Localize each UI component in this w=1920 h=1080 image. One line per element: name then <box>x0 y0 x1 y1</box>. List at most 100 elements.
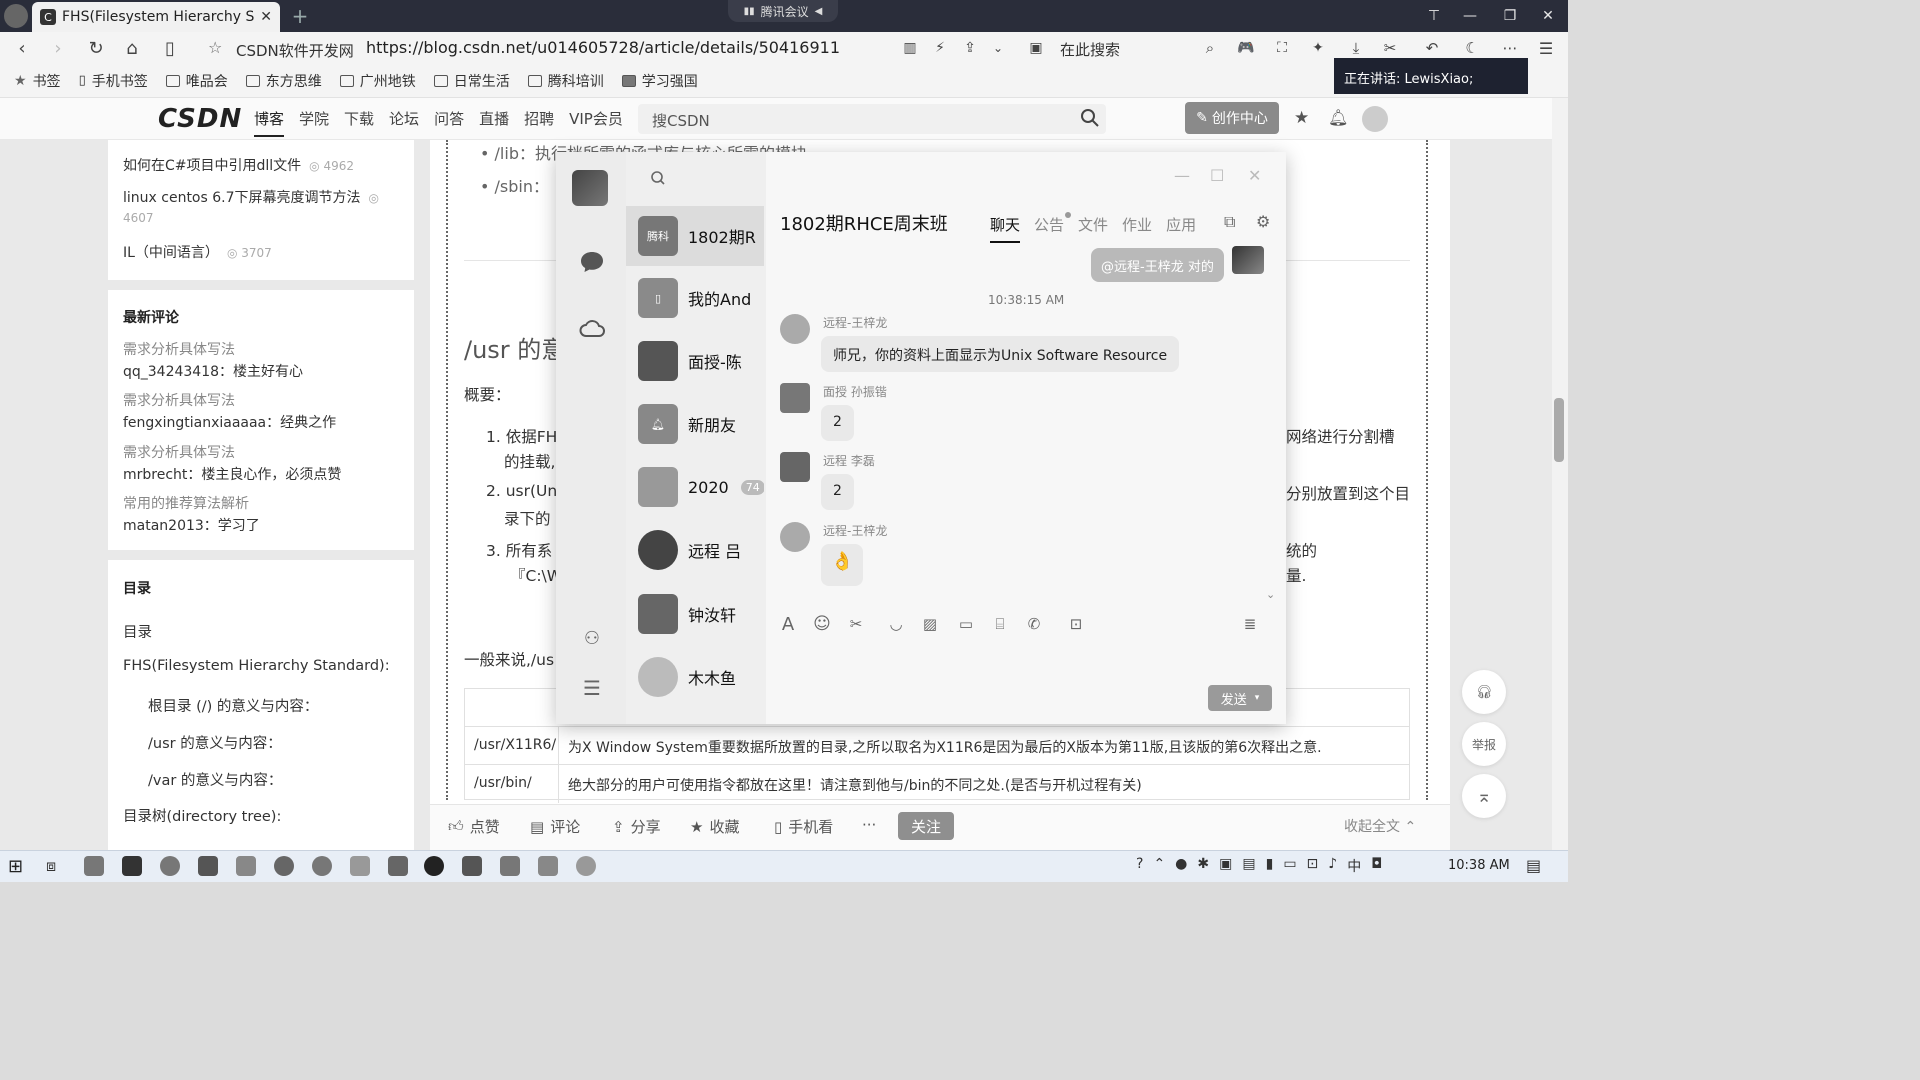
phone-call-icon[interactable]: ✆ <box>1024 614 1044 634</box>
qq-maximize-button[interactable]: ☐ <box>1210 166 1224 185</box>
add-contact-icon[interactable]: ⚇ <box>578 624 606 652</box>
bookmark-folder[interactable]: 腾科培训 <box>527 71 604 91</box>
nav-academy[interactable]: 学院 <box>299 108 329 137</box>
collapse-full-text[interactable]: 收起全文 ⌃ <box>1344 816 1416 836</box>
taskbar-app-icon[interactable] <box>84 856 104 876</box>
sender-avatar[interactable] <box>780 314 810 344</box>
hot-article-link[interactable]: linux centos 6.7下屏幕亮度调节方法 ◎ <box>123 187 379 207</box>
bookmark-star[interactable]: ★ 书签 <box>14 71 61 91</box>
comment-article-link[interactable]: 常用的推荐算法解析 <box>123 493 249 513</box>
scissors-icon[interactable]: ✂ <box>1378 36 1402 60</box>
search-icon[interactable] <box>1080 108 1100 128</box>
taskbar-app-icon[interactable] <box>160 856 180 876</box>
bookmark-folder[interactable]: 广州地铁 <box>339 71 416 91</box>
microphone-icon[interactable]: ▮ <box>1266 856 1274 876</box>
settings-gear-icon[interactable]: ⚙ <box>1256 212 1270 231</box>
screen-record-icon[interactable]: ⊡ <box>1066 614 1086 634</box>
forward-arrow-icon[interactable]: › <box>46 36 70 60</box>
taskbar-app-icon[interactable] <box>538 856 558 876</box>
meeting-indicator[interactable]: ▮▮ 腾讯会议 ◀ <box>728 0 838 22</box>
scrollbar-thumb[interactable] <box>1554 398 1564 462</box>
tab-apps[interactable]: 应用 <box>1166 214 1196 243</box>
emoji-icon[interactable]: ☺ <box>812 614 832 634</box>
reading-book-icon[interactable]: ▯ <box>158 36 182 60</box>
scissors-icon[interactable]: ✂ <box>846 614 866 634</box>
conversation-item[interactable]: 🔔︎ 新朋友 <box>626 394 764 454</box>
mobile-view-button[interactable]: ▯ 手机看 <box>774 816 833 837</box>
qq-close-button[interactable]: ✕ <box>1248 166 1261 185</box>
night-mode-icon[interactable]: ☾ <box>1460 36 1484 60</box>
tab-homework[interactable]: 作业 <box>1122 214 1152 243</box>
hot-article-link[interactable]: IL（中间语言） ◎ 3707 <box>123 242 272 262</box>
toc-item[interactable]: 目录 <box>123 621 152 642</box>
tab-close-icon[interactable]: ✕ <box>260 9 272 25</box>
conversation-item[interactable]: 钟汝轩 <box>626 584 764 644</box>
nav-blog[interactable]: 博客 <box>254 108 285 137</box>
taskbar-app-icon[interactable] <box>312 856 332 876</box>
pocket-icon[interactable]: ◡ <box>886 614 906 634</box>
tab-chat[interactable]: 聊天 <box>990 214 1021 243</box>
collect-button[interactable]: ★ 收藏 <box>690 816 739 837</box>
cloud-icon[interactable] <box>578 314 606 342</box>
user-avatar[interactable] <box>1362 106 1388 132</box>
customer-service-button[interactable]: 🎧︎ <box>1462 670 1506 714</box>
scroll-down-chevron-icon[interactable]: ⌄ <box>1266 588 1275 601</box>
comment-article-link[interactable]: 需求分析具体写法 <box>123 442 235 462</box>
browser-tab-active[interactable]: C FHS(Filesystem Hierarchy Sta ✕ <box>32 2 280 32</box>
minimize-button[interactable]: — <box>1452 4 1488 28</box>
taskbar-app-icon[interactable] <box>122 856 142 876</box>
restore-button[interactable]: ❐ <box>1492 4 1528 28</box>
undo-icon[interactable]: ↶ <box>1420 36 1444 60</box>
menu-icon[interactable]: ☰ <box>1534 36 1558 60</box>
page-scrollbar[interactable] <box>1552 98 1568 850</box>
screen-share-icon[interactable]: ⧉ <box>1224 212 1235 232</box>
taskbar-app-icon[interactable] <box>462 856 482 876</box>
toc-item[interactable]: 目录树(directory tree): <box>123 805 281 826</box>
more-icon[interactable]: ⋯ <box>1498 36 1522 60</box>
reload-icon[interactable]: ↻ <box>84 36 108 60</box>
search-icon[interactable]: ⌕ <box>1198 36 1222 60</box>
image-icon[interactable]: ▨ <box>920 614 940 634</box>
nav-jobs[interactable]: 招聘 <box>524 108 554 137</box>
tray-app-icon[interactable]: ▣ <box>1219 856 1232 876</box>
font-icon[interactable]: A <box>778 614 798 635</box>
edge-icon[interactable] <box>198 856 218 876</box>
reader-mode-icon[interactable]: ▥ <box>898 36 922 60</box>
toc-item[interactable]: FHS(Filesystem Hierarchy Standard): <box>123 658 390 674</box>
favorite-star-icon[interactable]: ☆ <box>208 38 222 57</box>
bookmark-folder[interactable]: 日常生活 <box>433 71 510 91</box>
tab-files[interactable]: 文件 <box>1078 214 1108 243</box>
bell-icon[interactable]: 🔔︎ <box>1328 108 1348 127</box>
conversation-item[interactable]: 木木鱼 <box>626 647 764 707</box>
bookmark-item[interactable]: 唯品会 <box>165 71 228 91</box>
search-icon[interactable] <box>650 170 666 186</box>
conversation-item[interactable]: ▯ 我的And <box>626 268 764 328</box>
qq-minimize-button[interactable]: — <box>1174 166 1190 185</box>
bookmark-folder[interactable]: 东方思维 <box>245 71 322 91</box>
report-button[interactable]: 举报 <box>1462 722 1506 766</box>
toc-item[interactable]: 根目录 (/) 的意义与内容： <box>148 695 318 716</box>
comment-article-link[interactable]: 需求分析具体写法 <box>123 390 235 410</box>
tray-app-icon[interactable]: ◘ <box>1371 856 1382 876</box>
close-window-button[interactable]: ✕ <box>1530 4 1566 28</box>
ime-icon[interactable]: 中 <box>1347 856 1361 876</box>
share-icon[interactable]: ⇪ <box>958 36 982 60</box>
home-icon[interactable]: ⌂ <box>120 36 144 60</box>
taskbar-app-icon[interactable] <box>500 856 520 876</box>
help-icon[interactable]: ? <box>1136 856 1143 876</box>
qq-user-avatar[interactable] <box>572 170 608 206</box>
back-to-top-button[interactable]: ⌅ <box>1462 774 1506 818</box>
task-view-icon[interactable]: ⧈ <box>46 856 56 876</box>
chevron-up-icon[interactable]: ⌃ <box>1153 856 1165 876</box>
lightning-icon[interactable]: ⚡ <box>928 36 952 60</box>
message-history-icon[interactable]: ≣ <box>1240 614 1260 634</box>
toc-item[interactable]: /usr 的意义与内容： <box>148 732 282 753</box>
like-button[interactable]: 👍︎ 点赞 <box>448 816 500 837</box>
browser-taskbar-icon[interactable] <box>576 856 596 876</box>
create-center-button[interactable]: ✎ 创作中心 <box>1185 102 1279 134</box>
windows-start-icon[interactable]: ⊞ <box>8 856 23 877</box>
taskbar-app-icon[interactable] <box>424 856 444 876</box>
nav-vip[interactable]: VIP会员 <box>569 108 623 137</box>
bookmark-item[interactable]: 学习强国 <box>621 71 698 91</box>
browser-menu-icon[interactable] <box>4 4 28 28</box>
